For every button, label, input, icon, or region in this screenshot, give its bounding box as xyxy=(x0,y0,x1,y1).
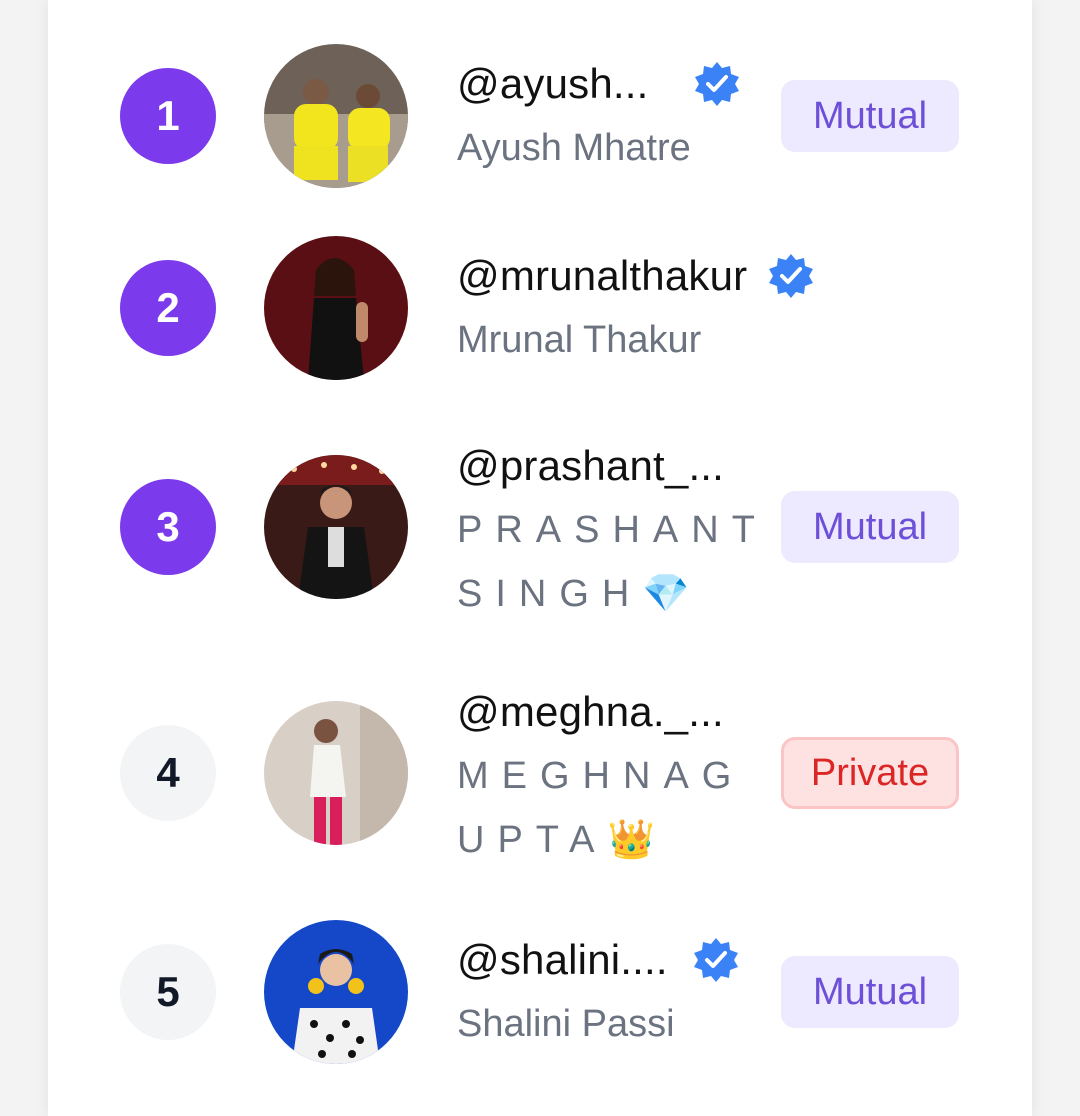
avatar-photo-icon xyxy=(264,455,408,599)
private-badge: Private xyxy=(781,737,959,809)
display-name: PRASHANT xyxy=(457,509,768,551)
avatar[interactable] xyxy=(264,236,408,380)
avatar-photo-icon xyxy=(264,920,408,1064)
avatar[interactable] xyxy=(264,455,408,599)
mutual-badge: Mutual xyxy=(781,956,959,1028)
avatar[interactable] xyxy=(264,701,408,845)
rank-badge: 4 xyxy=(120,725,216,821)
display-name-line2: SINGH💎 xyxy=(457,573,703,615)
verified-badge-icon xyxy=(694,62,739,106)
rank-badge: 1 xyxy=(120,68,216,164)
username-handle[interactable]: @shalini.... xyxy=(457,936,668,984)
rank-badge: 3 xyxy=(120,479,216,575)
display-name: Ayush Mhatre xyxy=(457,127,691,169)
rank-badge: 5 xyxy=(120,944,216,1040)
mutual-badge: Mutual xyxy=(781,491,959,563)
username-handle[interactable]: @mrunalthakur xyxy=(457,252,747,300)
avatar[interactable] xyxy=(264,44,408,188)
username-handle[interactable]: @prashant_... xyxy=(457,442,724,490)
verified-badge-icon xyxy=(693,938,738,982)
display-name: MEGHNAG xyxy=(457,755,745,797)
rank-badge: 2 xyxy=(120,260,216,356)
display-name: Shalini Passi xyxy=(457,1003,675,1045)
avatar[interactable] xyxy=(264,920,408,1064)
avatar-photo-icon xyxy=(264,236,408,380)
display-name-line2: UPTA👑 xyxy=(457,819,668,861)
user-ranking-list: 1 @ayush... Ayush Mhatre Mutual 2 @mruna… xyxy=(48,0,1032,1116)
avatar-photo-icon xyxy=(264,701,408,845)
mutual-badge: Mutual xyxy=(781,80,959,152)
display-name: Mrunal Thakur xyxy=(457,319,702,361)
username-handle[interactable]: @meghna._... xyxy=(457,688,724,736)
verified-badge-icon xyxy=(769,254,814,298)
username-handle[interactable]: @ayush... xyxy=(457,60,649,108)
avatar-photo-icon xyxy=(264,44,408,188)
